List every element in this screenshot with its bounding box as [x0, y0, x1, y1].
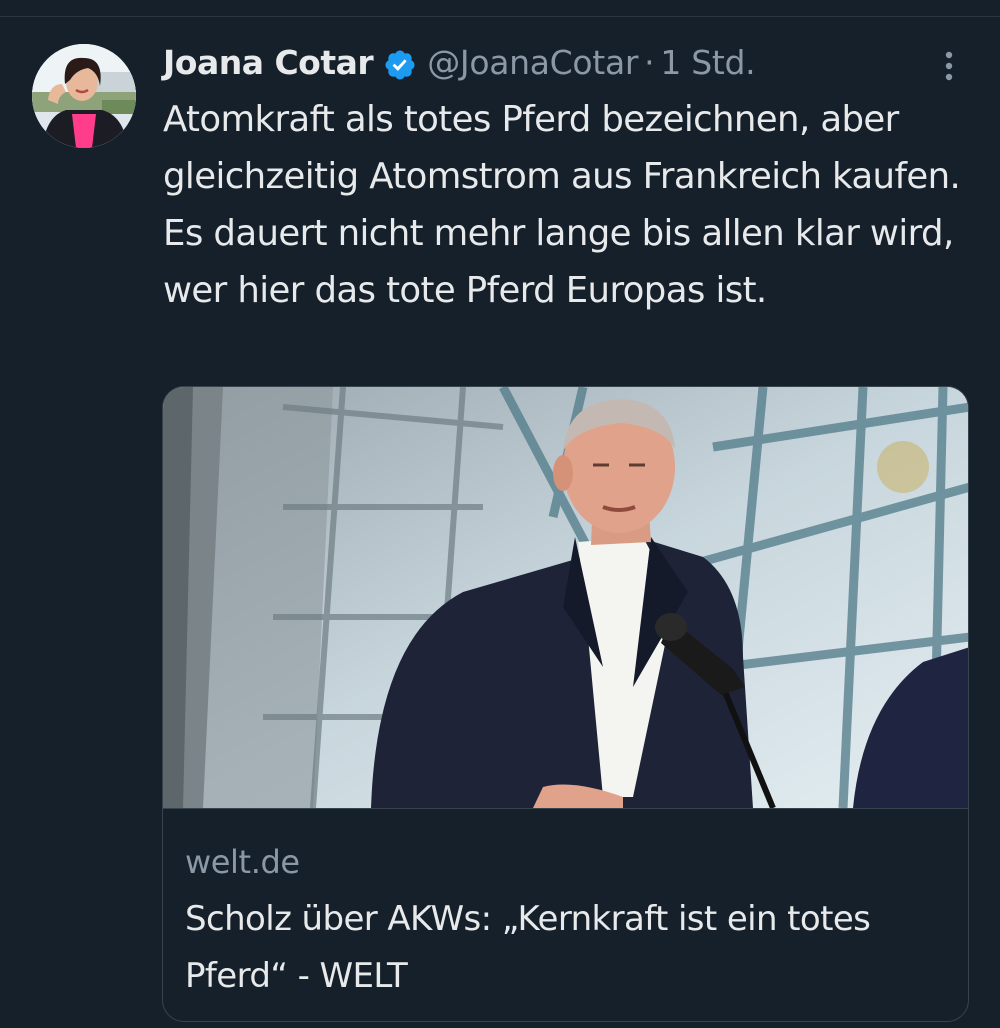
tweet-text: Atomkraft als totes Pferd bezeichnen, ab…	[163, 99, 961, 311]
author-handle[interactable]: @JoanaCotar	[427, 38, 638, 88]
avatar[interactable]	[32, 44, 136, 148]
tweet[interactable]: Joana Cotar @JoanaCotar · 1 Std. Atomkra…	[0, 0, 1000, 1028]
more-vertical-icon[interactable]	[938, 48, 960, 84]
link-card-footer: welt.de Scholz über AKWs: „Kernkraft ist…	[163, 808, 968, 1021]
author-display-name[interactable]: Joana Cotar	[163, 38, 374, 88]
link-card[interactable]: welt.de Scholz über AKWs: „Kernkraft ist…	[162, 386, 969, 1022]
tweet-timestamp[interactable]: 1 Std.	[660, 38, 755, 88]
verified-badge-icon	[383, 46, 417, 80]
link-card-domain: welt.de	[185, 843, 300, 881]
link-card-title: Scholz über AKWs: „Kernkraft ist ein tot…	[185, 899, 871, 996]
separator-dot: ·	[644, 43, 655, 82]
avatar-image	[32, 44, 136, 148]
tweet-header: Joana Cotar @JoanaCotar · 1 Std.	[163, 38, 756, 88]
link-card-image	[163, 387, 968, 808]
